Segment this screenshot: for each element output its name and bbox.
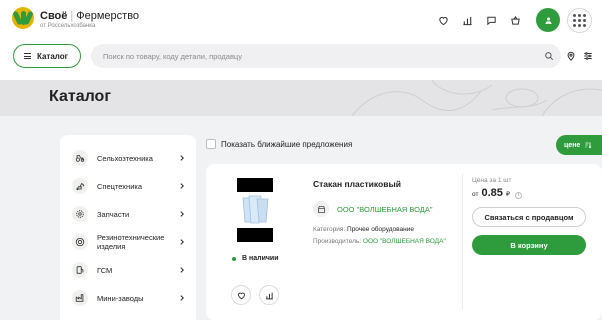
sidebar-item-special-machinery[interactable]: Спецтехника — [60, 173, 196, 199]
sidebar-item-rubber-products[interactable]: Резинотехнические изделия — [60, 229, 196, 255]
seller-link[interactable]: ООО "ВОЛШЕБНАЯ ВОДА" — [313, 201, 433, 217]
brand-tagline: от Россельхозбанка — [40, 23, 96, 29]
producer-label: Производитель: — [313, 238, 362, 245]
price-currency: ₽ — [505, 191, 511, 198]
price-value: 0.85 — [481, 187, 503, 199]
chevron-right-icon — [180, 295, 184, 301]
messages-button[interactable] — [485, 14, 497, 26]
product-card[interactable]: В наличии Стакан пластиковый ООО "ВОЛШЕБ… — [206, 164, 602, 320]
heart-icon — [438, 16, 448, 25]
seller-name[interactable]: ООО "ВОЛШЕБНАЯ ВОДА" — [337, 205, 433, 214]
fuel-icon — [72, 262, 88, 278]
redacted-block — [237, 228, 273, 242]
category-label: Категория: — [313, 226, 346, 233]
add-to-compare-button[interactable] — [259, 285, 279, 305]
price-prefix: от — [472, 191, 479, 198]
brand-logo[interactable] — [12, 7, 34, 29]
price-caption: Цена за 1 шт — [472, 177, 512, 184]
redacted-block — [237, 178, 273, 192]
apps-menu-button[interactable] — [567, 8, 592, 33]
brand-title: Своё — [40, 10, 68, 22]
stock-label: В наличии — [242, 255, 279, 262]
chat-icon — [486, 16, 496, 25]
add-to-cart-button[interactable]: В корзину — [472, 235, 586, 255]
cart-button[interactable] — [509, 14, 521, 26]
chevron-right-icon — [180, 155, 184, 161]
compare-button[interactable] — [461, 14, 473, 26]
sidebar-item-label: Запчасти — [97, 209, 130, 219]
sort-label: цене — [564, 141, 581, 149]
nearby-offers-label: Показать ближайшие предложения — [221, 139, 353, 149]
search-icon[interactable] — [544, 51, 554, 61]
chevron-right-icon — [180, 239, 184, 245]
basket-icon — [510, 15, 520, 25]
sidebar-item-fuel-lubricants[interactable]: ГСМ — [60, 257, 196, 283]
tire-icon — [72, 234, 88, 250]
sidebar-item-mini-plants[interactable]: Мини-заводы — [60, 285, 196, 311]
product-title[interactable]: Стакан пластиковый — [313, 179, 401, 189]
factory-icon — [72, 290, 88, 306]
catalog-button-label: Каталог — [37, 51, 68, 61]
producer-value[interactable]: ООО "ВОЛШЕБНАЯ ВОДА" — [363, 238, 446, 245]
shop-icon — [313, 201, 329, 217]
excavator-icon — [72, 178, 88, 194]
location-pin-icon[interactable] — [566, 51, 576, 61]
sort-by-price-button[interactable]: цене — [556, 135, 602, 155]
gear-icon — [72, 206, 88, 222]
brand-subtitle: Фермерство — [76, 10, 140, 22]
sidebar-item-label: ГСМ — [97, 265, 113, 275]
sidebar-item-label: Мини-заводы — [97, 293, 144, 303]
stock-status: В наличии — [232, 255, 279, 262]
top-header: Своё | Фермерство от Россельхозбанка — [0, 0, 602, 40]
chevron-right-icon — [180, 211, 184, 217]
chevron-right-icon — [180, 183, 184, 189]
product-category: Категория: Прочее оборудование — [313, 226, 414, 233]
add-to-favorites-button[interactable] — [231, 285, 251, 305]
card-divider — [462, 174, 463, 310]
category-value: Прочее оборудование — [347, 226, 414, 233]
product-price: от 0.85 ₽ i — [472, 187, 523, 199]
apps-icon — [573, 14, 576, 17]
brand-name[interactable]: Своё | Фермерство — [40, 10, 139, 22]
chevron-right-icon — [180, 267, 184, 273]
sidebar-item-label: Резинотехнические изделия — [97, 233, 165, 251]
user-icon — [545, 17, 551, 24]
contact-seller-button[interactable]: Связаться с продавцом — [472, 207, 586, 227]
search-bar-row: Каталог — [0, 40, 602, 80]
product-producer: Производитель: ООО "ВОЛШЕБНАЯ ВОДА" — [313, 238, 446, 245]
brand-separator: | — [70, 10, 74, 22]
banner-decoration — [351, 80, 602, 116]
product-image[interactable] — [237, 178, 273, 242]
profile-button[interactable] — [536, 8, 560, 32]
search-input[interactable] — [91, 44, 561, 68]
compare-icon — [462, 16, 472, 25]
plastic-cup-image — [242, 195, 269, 224]
tractor-icon — [72, 150, 88, 166]
info-icon[interactable]: i — [515, 191, 523, 199]
sort-icon — [585, 142, 592, 149]
catalog-button[interactable]: Каталог — [13, 44, 81, 68]
in-stock-dot-icon — [232, 256, 236, 261]
nearby-offers-checkbox[interactable] — [206, 139, 216, 149]
nearby-offers-toggle[interactable]: Показать ближайшие предложения — [206, 139, 352, 149]
sidebar-item-agri-machinery[interactable]: Сельхозтехника — [60, 145, 196, 171]
hamburger-icon — [24, 53, 31, 59]
sidebar-item-spare-parts[interactable]: Запчасти — [60, 201, 196, 227]
heart-icon — [237, 292, 245, 299]
page-title: Каталог — [49, 88, 111, 105]
category-sidebar: Сельхозтехника Спецтехника Запчасти Рези… — [60, 135, 196, 320]
filter-icon[interactable] — [583, 51, 593, 61]
compare-icon — [265, 292, 273, 299]
favorites-button[interactable] — [437, 14, 449, 26]
sidebar-item-label: Спецтехника — [97, 181, 142, 191]
sidebar-item-label: Сельхозтехника — [97, 153, 153, 163]
